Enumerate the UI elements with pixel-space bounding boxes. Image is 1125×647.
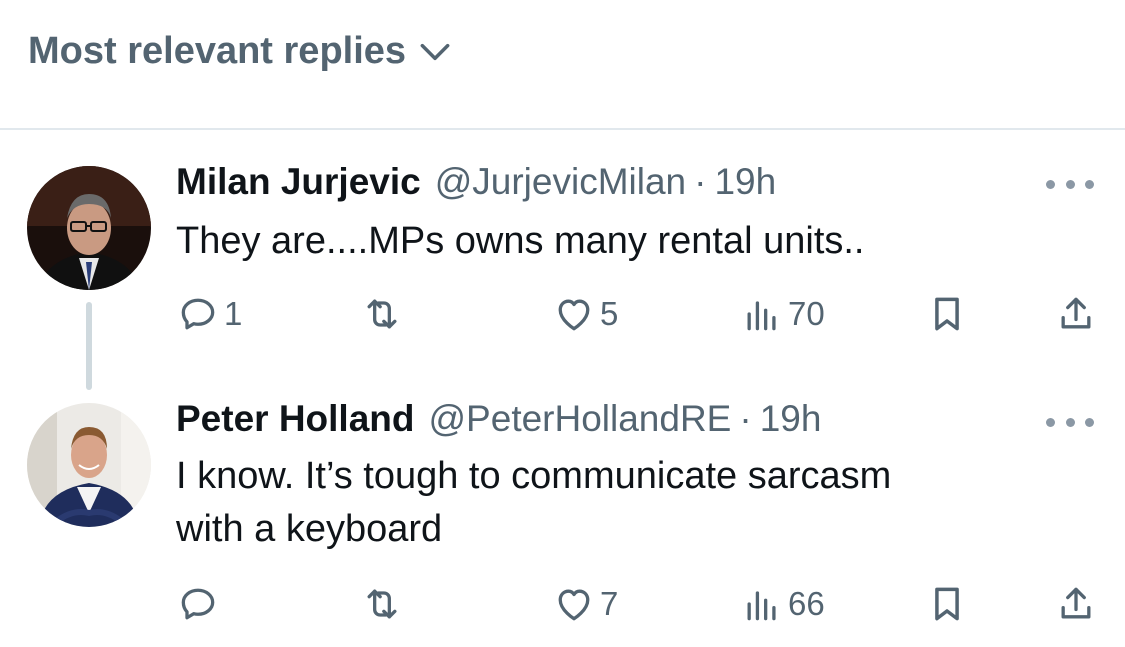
reply-text: I know. It’s tough to communicate sarcas…: [176, 450, 1056, 556]
action-bar: 7 66: [0, 582, 1125, 628]
separator-dot: ·: [739, 398, 752, 439]
reply-button[interactable]: 1: [176, 292, 242, 336]
reply-header: Milan Jurjevic @JurjevicMilan · 19h: [176, 161, 776, 203]
share-icon: [1061, 587, 1091, 619]
ellipsis-icon: [1046, 417, 1055, 427]
bookmark-icon: [935, 297, 959, 331]
heart-icon: [558, 299, 590, 331]
retweet-icon: [367, 589, 397, 619]
like-count: 5: [600, 295, 619, 332]
sort-label: Most relevant replies: [28, 30, 407, 72]
like-button[interactable]: 7: [552, 582, 618, 626]
views-button[interactable]: 66: [740, 582, 825, 626]
more-options-button[interactable]: [1046, 172, 1094, 196]
user-handle[interactable]: @PeterHollandRE: [429, 398, 732, 440]
reply-count: 1: [224, 295, 243, 332]
bar-chart-icon: [747, 591, 776, 621]
display-name[interactable]: Peter Holland: [176, 398, 415, 440]
chevron-down-icon: [420, 43, 450, 60]
retweet-icon: [367, 299, 397, 329]
bar-chart-icon: [747, 301, 776, 331]
views-button[interactable]: 70: [740, 292, 825, 336]
ellipsis-icon: [1046, 179, 1055, 189]
retweet-button[interactable]: [360, 292, 408, 336]
display-name[interactable]: Milan Jurjevic: [176, 161, 421, 203]
reply-text-line: I know. It’s tough to communicate sarcas…: [176, 455, 892, 497]
timestamp[interactable]: 19h: [760, 398, 822, 440]
avatar[interactable]: [27, 166, 151, 290]
action-bar: 1 5 70: [0, 292, 1125, 338]
share-icon: [1061, 297, 1091, 329]
divider: [0, 128, 1125, 130]
timestamp[interactable]: 19h: [714, 161, 776, 203]
bookmark-button[interactable]: [925, 292, 969, 336]
avatar[interactable]: [27, 403, 151, 527]
share-button[interactable]: [1054, 582, 1098, 626]
like-count: 7: [600, 585, 619, 622]
share-button[interactable]: [1054, 292, 1098, 336]
reply-header: Peter Holland @PeterHollandRE · 19h: [176, 398, 821, 440]
speech-bubble-icon: [181, 298, 215, 330]
heart-icon: [558, 589, 590, 621]
more-options-button[interactable]: [1046, 410, 1094, 434]
bookmark-button[interactable]: [925, 582, 969, 626]
reply-text-line: with a keyboard: [176, 508, 443, 550]
like-button[interactable]: 5: [552, 292, 618, 336]
bookmark-icon: [935, 587, 959, 621]
user-handle[interactable]: @JurjevicMilan: [435, 161, 686, 203]
view-count: 70: [788, 295, 825, 332]
reply-text: They are....MPs owns many rental units..: [176, 220, 865, 262]
reply-button[interactable]: [176, 582, 224, 626]
sort-dropdown[interactable]: Most relevant replies: [28, 30, 454, 73]
retweet-button[interactable]: [360, 582, 408, 626]
speech-bubble-icon: [181, 588, 215, 620]
separator-dot: ·: [694, 161, 707, 202]
view-count: 66: [788, 585, 825, 622]
